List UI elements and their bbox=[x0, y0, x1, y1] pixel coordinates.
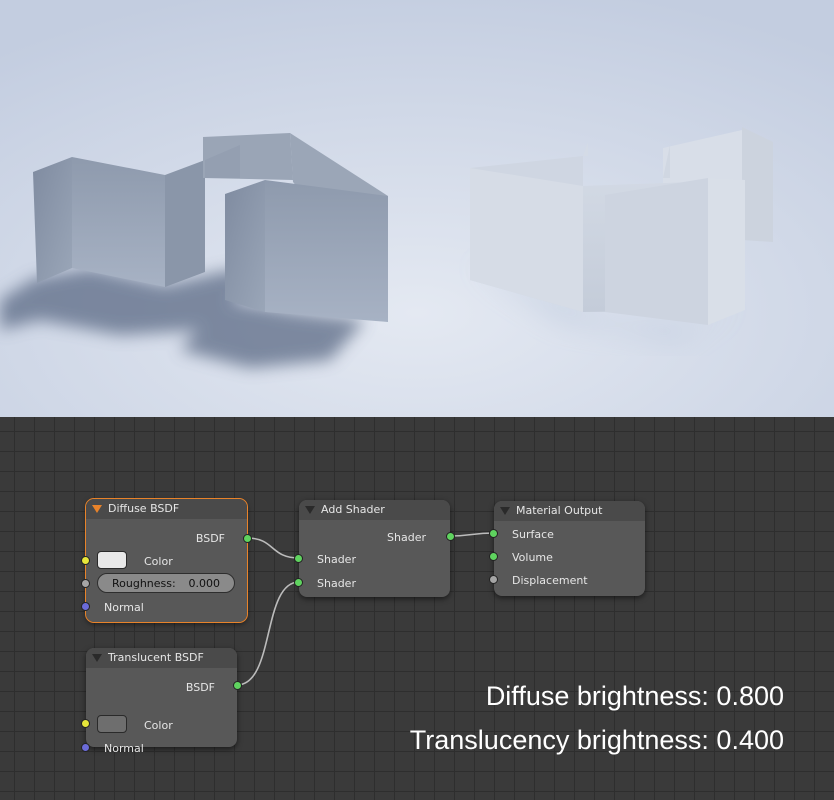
bsdf-output-socket[interactable] bbox=[233, 681, 242, 690]
volume-label: Volume bbox=[512, 551, 553, 564]
roughness-input-socket[interactable] bbox=[81, 579, 90, 588]
node-title: Material Output bbox=[516, 504, 603, 517]
shader-input-label-1: Shader bbox=[317, 553, 356, 566]
bsdf-output-label: BSDF bbox=[195, 532, 225, 545]
translucent-bsdf-header[interactable]: Translucent BSDF bbox=[86, 648, 237, 668]
surface-input-socket[interactable] bbox=[489, 529, 498, 538]
node-title: Add Shader bbox=[321, 503, 385, 516]
color-label: Color bbox=[144, 555, 173, 568]
add-shader-node[interactable]: Add Shader Shader Shader Shader bbox=[294, 500, 455, 597]
translucency-brightness-caption: Translucency brightness: 0.400 bbox=[409, 725, 784, 755]
normal-label: Normal bbox=[104, 742, 144, 755]
link-add-shader-to-material-output bbox=[449, 532, 495, 537]
color-swatch[interactable] bbox=[97, 551, 127, 569]
node-title: Diffuse BSDF bbox=[108, 502, 180, 515]
translucent-bsdf-node[interactable]: Translucent BSDF BSDF Color Normal bbox=[81, 648, 242, 755]
color-swatch[interactable] bbox=[97, 715, 127, 733]
render-preview bbox=[0, 0, 834, 417]
diffuse-brightness-caption: Diffuse brightness: 0.800 bbox=[485, 681, 784, 711]
add-shader-header[interactable]: Add Shader bbox=[299, 500, 450, 520]
diffuse-bsdf-header[interactable]: Diffuse BSDF bbox=[86, 499, 247, 519]
surface-label: Surface bbox=[512, 528, 554, 541]
link-diffuse-to-add-shader bbox=[246, 537, 300, 559]
normal-input-socket[interactable] bbox=[81, 743, 90, 752]
material-output-node[interactable]: Material Output Surface Volume Displacem… bbox=[489, 501, 645, 596]
node-editor[interactable]: Diffuse BSDF BSDF Color Roughness: 0.000… bbox=[0, 417, 834, 800]
collapse-triangle-icon[interactable] bbox=[305, 506, 315, 514]
shader-input-socket-2[interactable] bbox=[294, 578, 303, 587]
roughness-label: Roughness: bbox=[112, 577, 176, 590]
roughness-field[interactable]: Roughness: 0.000 bbox=[97, 573, 235, 593]
collapse-triangle-icon[interactable] bbox=[92, 654, 102, 662]
color-input-socket[interactable] bbox=[81, 556, 90, 565]
bsdf-output-socket[interactable] bbox=[243, 534, 252, 543]
shader-output-label: Shader bbox=[387, 531, 426, 544]
diffuse-bsdf-node[interactable]: Diffuse BSDF BSDF Color Roughness: 0.000… bbox=[81, 498, 252, 623]
volume-input-socket[interactable] bbox=[489, 552, 498, 561]
shader-output-socket[interactable] bbox=[446, 532, 455, 541]
color-input-socket[interactable] bbox=[81, 719, 90, 728]
roughness-value: 0.000 bbox=[188, 577, 221, 590]
material-output-header[interactable]: Material Output bbox=[494, 501, 645, 521]
collapse-triangle-icon[interactable] bbox=[500, 507, 510, 515]
bsdf-output-label: BSDF bbox=[185, 681, 215, 694]
normal-label: Normal bbox=[104, 601, 144, 614]
displacement-input-socket[interactable] bbox=[489, 575, 498, 584]
node-title: Translucent BSDF bbox=[108, 651, 204, 664]
color-label: Color bbox=[144, 719, 173, 732]
shader-input-socket-1[interactable] bbox=[294, 554, 303, 563]
collapse-triangle-icon[interactable] bbox=[92, 505, 102, 513]
displacement-label: Displacement bbox=[512, 574, 588, 587]
normal-input-socket[interactable] bbox=[81, 602, 90, 611]
shader-input-label-2: Shader bbox=[317, 577, 356, 590]
